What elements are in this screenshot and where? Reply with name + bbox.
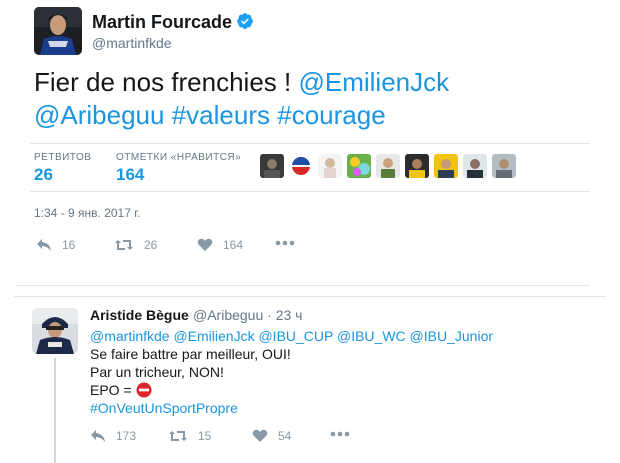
reply-reply-count: 173 (116, 429, 137, 443)
thread-line (54, 358, 56, 463)
more-dots-icon (275, 240, 295, 246)
like-count: 164 (223, 238, 244, 252)
liker-avatar[interactable] (260, 154, 284, 178)
reply-hashtag[interactable]: #OnVeutUnSportPropre (90, 399, 590, 417)
reply-line: Par un tricheur, NON! (90, 364, 224, 380)
mention-link[interactable]: @EmilienJck (298, 67, 449, 97)
reply-mentions[interactable]: @martinfkde @EmilienJck @IBU_CUP @IBU_WC… (90, 327, 590, 345)
hashtag-link[interactable]: #valeurs (172, 100, 270, 130)
reply-line-epo-text: EPO = (90, 382, 136, 398)
heart-icon (252, 429, 268, 442)
liker-avatar[interactable] (405, 154, 429, 178)
heart-icon (197, 238, 213, 251)
liker-avatar[interactable] (492, 154, 516, 178)
reply-author-avatar[interactable] (32, 308, 78, 354)
reply-line: Se faire battre par meilleur, OUI! (90, 346, 291, 362)
liker-avatar[interactable] (347, 154, 371, 178)
reply-like-count: 54 (278, 429, 292, 443)
liker-avatar[interactable] (318, 154, 342, 178)
likes-count[interactable]: 164 (116, 165, 144, 185)
reply-retweet-count: 15 (198, 429, 212, 443)
reply-like-button[interactable]: 54 (252, 429, 291, 443)
like-button[interactable]: 164 (197, 238, 243, 252)
liker-avatar[interactable] (376, 154, 400, 178)
mention-link[interactable]: @Aribeguu (34, 100, 164, 130)
liker-avatar[interactable] (434, 154, 458, 178)
liker-avatar[interactable] (289, 154, 313, 178)
author-handle[interactable]: @martinfkde (92, 35, 172, 51)
retweet-count: 26 (144, 238, 158, 252)
retweet-button[interactable]: 26 (114, 238, 157, 252)
tweet-timestamp[interactable]: 1:34 - 9 янв. 2017 г. (34, 206, 140, 220)
retweets-label: РЕТВИТОВ (34, 152, 92, 163)
retweet-icon (115, 240, 133, 250)
reply-author-handle[interactable]: @Aribeguu · 23 ч (193, 307, 302, 323)
reply-more-button[interactable] (330, 431, 350, 437)
no-entry-emoji-icon (136, 382, 152, 398)
hashtag-link[interactable]: #courage (277, 100, 385, 130)
reply-text: @martinfkde @EmilienJck @IBU_CUP @IBU_WC… (90, 327, 590, 417)
more-button[interactable] (275, 240, 295, 246)
reply-retweet-button[interactable]: 15 (168, 429, 211, 443)
tweet-text: Fier de nos frenchies ! @EmilienJck @Ari… (34, 66, 594, 132)
verified-badge-icon (237, 13, 253, 29)
likes-label: ОТМЕТКИ «НРАВИТСЯ» (116, 152, 242, 163)
retweets-count[interactable]: 26 (34, 165, 53, 185)
reply-icon (37, 239, 51, 251)
reply-line-epo: EPO = (90, 381, 590, 399)
reply-icon (91, 430, 105, 442)
author-name[interactable]: Martin Fourcade (92, 12, 232, 33)
divider (30, 191, 590, 192)
tweet-text-plain: Fier de nos frenchies ! (34, 67, 299, 97)
reply-author-name[interactable]: Aristide Bègue (90, 307, 189, 323)
reply-count: 16 (62, 238, 76, 252)
reply-button[interactable]: 16 (36, 238, 75, 252)
more-dots-icon (330, 431, 350, 437)
reply-reply-button[interactable]: 173 (90, 429, 136, 443)
divider (30, 143, 590, 144)
liker-avatar[interactable] (463, 154, 487, 178)
divider (16, 285, 590, 286)
retweet-icon (169, 431, 187, 441)
author-avatar[interactable] (34, 7, 82, 55)
